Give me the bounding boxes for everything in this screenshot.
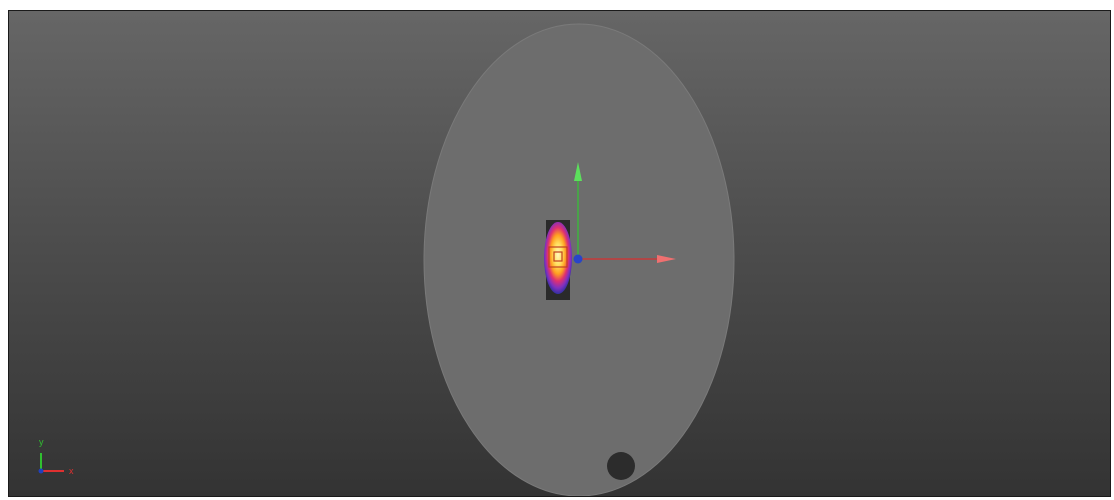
3d-viewport[interactable]: y x (9, 11, 1110, 496)
gizmo-origin[interactable] (573, 254, 583, 264)
triad-x-label: x (69, 466, 74, 476)
hole-marker[interactable] (607, 452, 635, 480)
viewport-frame: y x (8, 10, 1111, 497)
heatmap-object[interactable] (544, 220, 572, 300)
scene-canvas[interactable]: y x (9, 11, 1110, 496)
orientation-triad: y x (38, 437, 74, 476)
triad-y-label: y (39, 437, 44, 447)
